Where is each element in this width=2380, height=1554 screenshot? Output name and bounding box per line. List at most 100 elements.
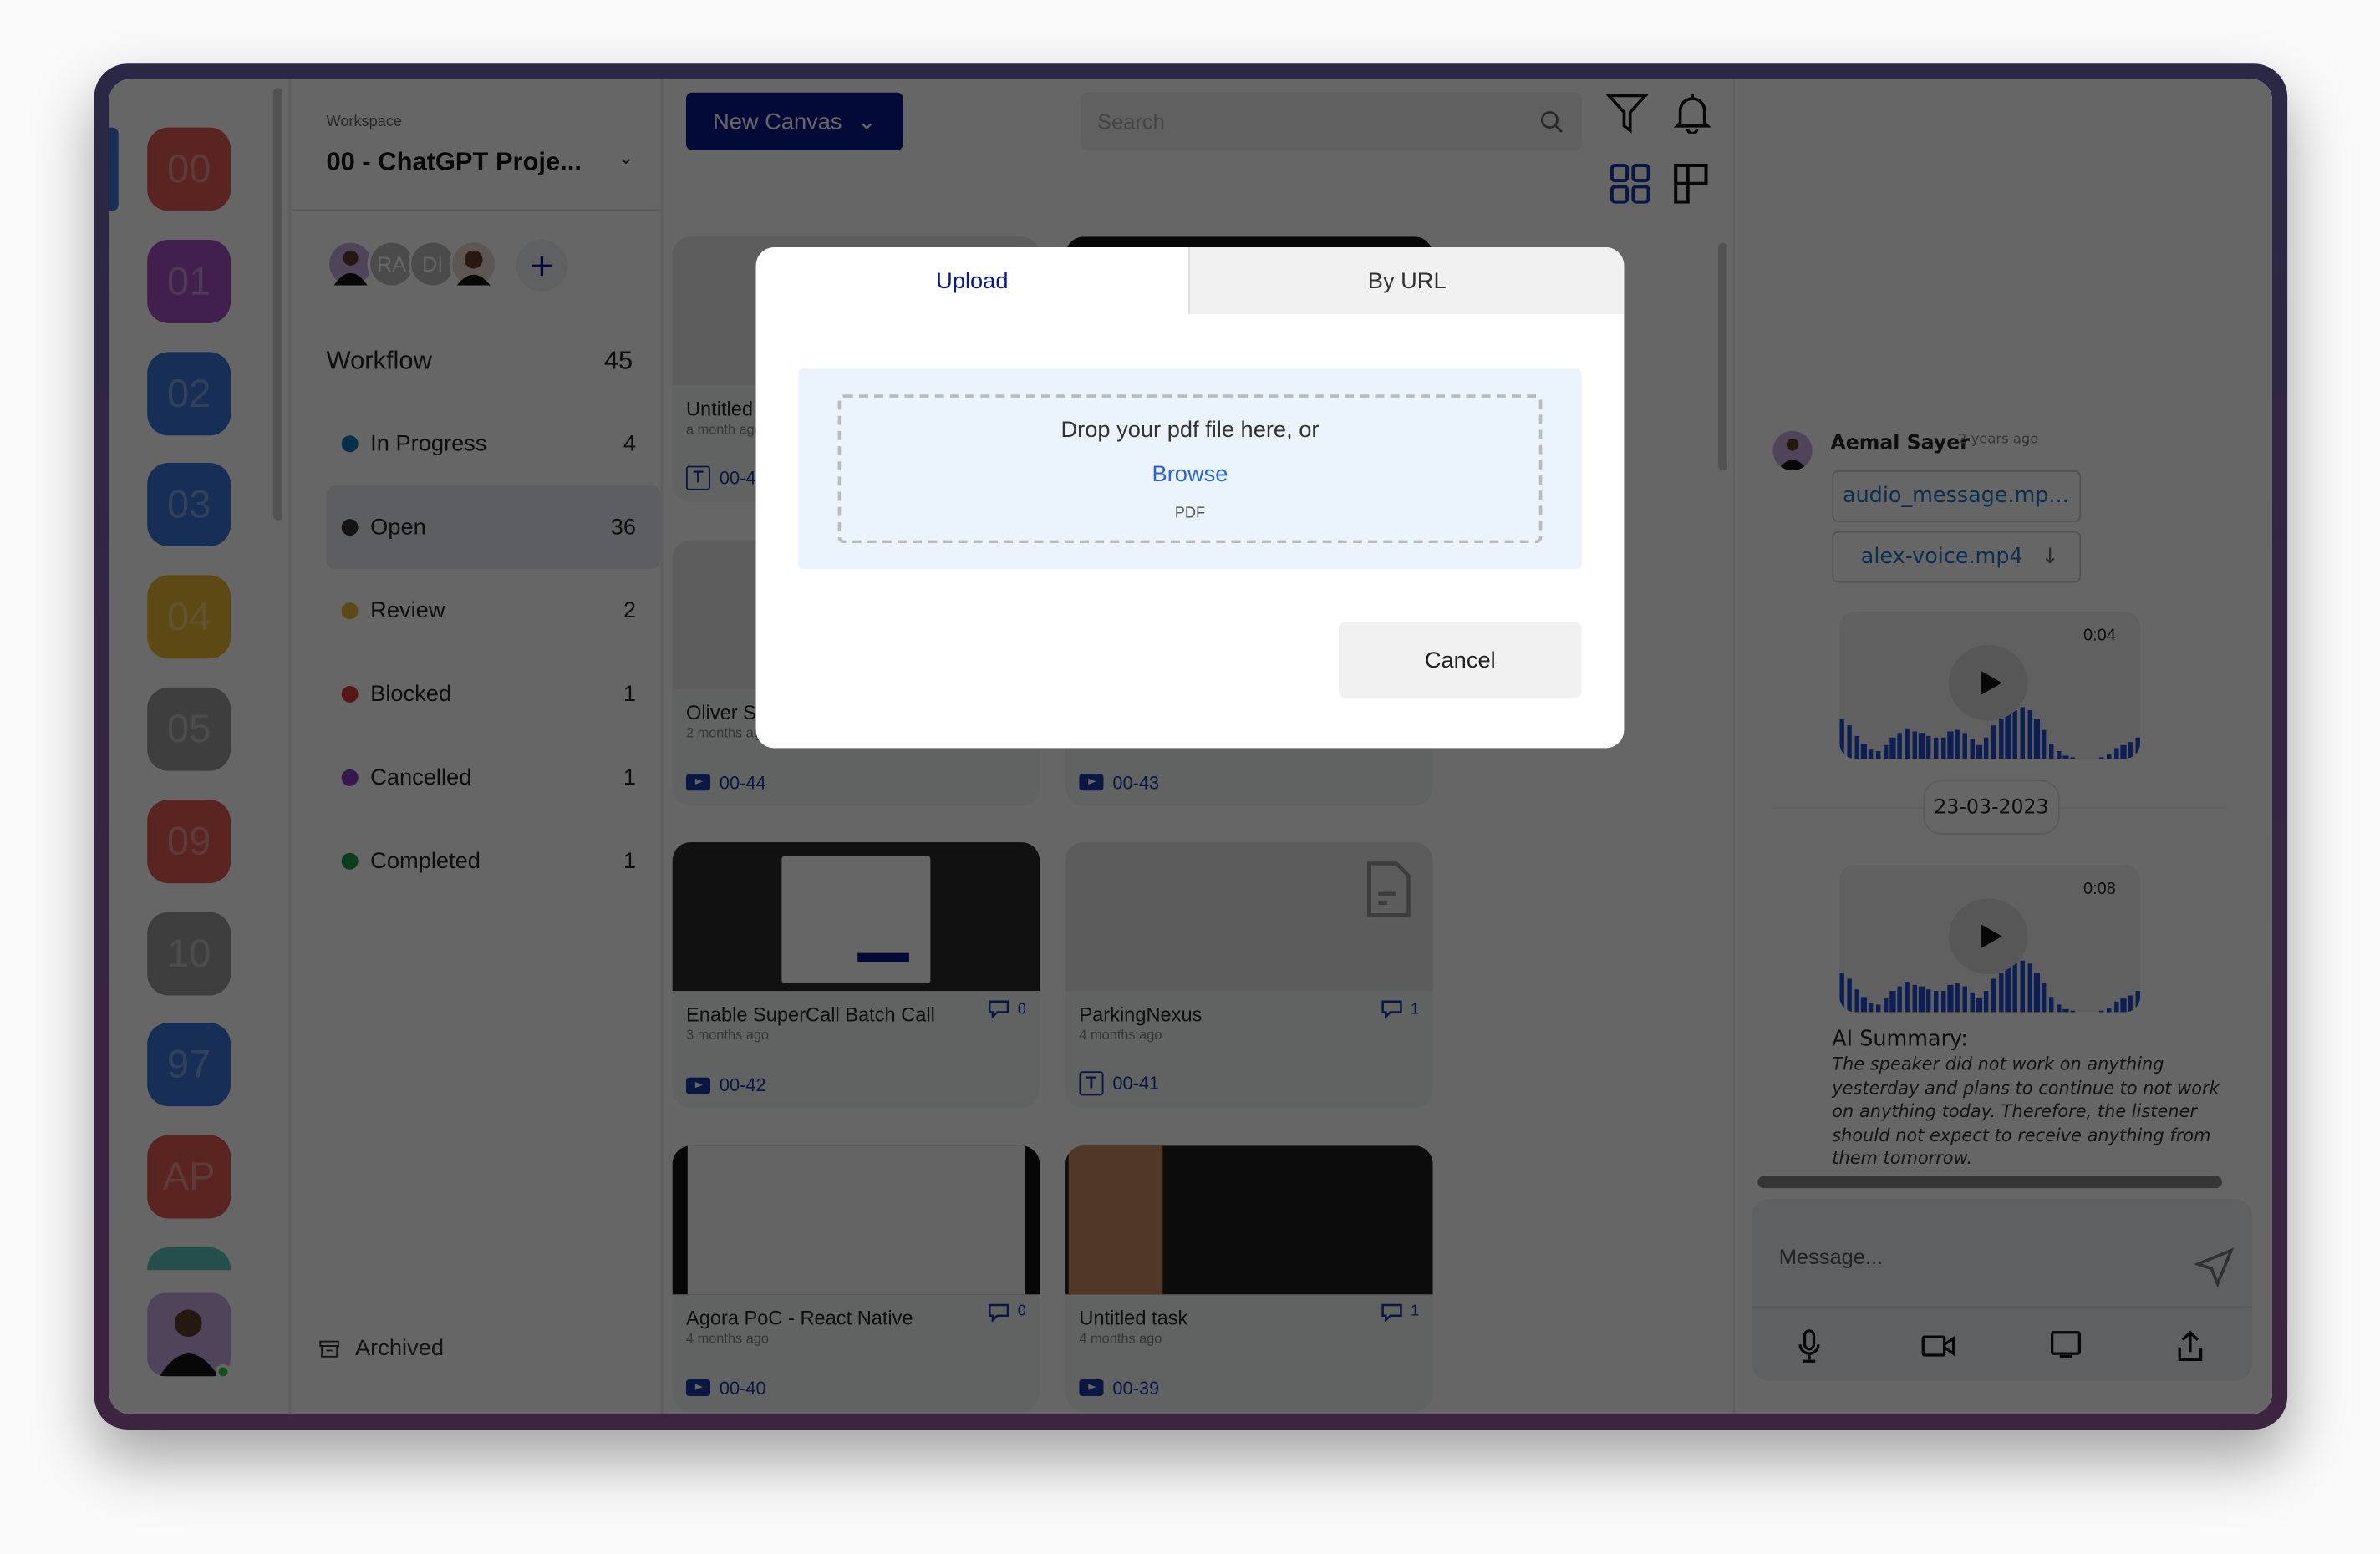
workspace-tile[interactable]: 01: [147, 239, 231, 323]
browse-link[interactable]: Browse: [841, 461, 1538, 487]
user-avatar[interactable]: [147, 1292, 231, 1377]
workspace-tile[interactable]: 03: [147, 463, 231, 547]
card-code: T 00-41: [1079, 1071, 1159, 1096]
canvas-card[interactable]: Untitled task 4 months ago 1 00-39: [1065, 1145, 1433, 1411]
play-button[interactable]: [1949, 898, 2028, 975]
file-attachment[interactable]: audio_message.mp...: [1832, 470, 2082, 522]
waveform-bar: [1889, 990, 1895, 1013]
add-member-button[interactable]: +: [516, 239, 568, 292]
waveform-bar: [2113, 1001, 2119, 1013]
canvas-card[interactable]: Agora PoC - React Native 4 months ago 0 00-…: [672, 1145, 1040, 1411]
card-code: 00-44: [685, 772, 766, 793]
waveform-bar: [2120, 998, 2126, 1013]
board-view-icon[interactable]: [1673, 162, 1712, 205]
workspace-tile[interactable]: 02: [147, 351, 231, 435]
message-input[interactable]: Message...: [1779, 1244, 1883, 1268]
workspace-tile[interactable]: 00: [147, 127, 231, 211]
grid-view-icon[interactable]: [1609, 162, 1651, 205]
chat-scrollbar[interactable]: [1757, 1176, 2223, 1189]
drop-zone[interactable]: Drop your pdf file here, or Browse PDF: [798, 368, 1582, 570]
workflow-item-count: 36: [610, 514, 637, 541]
waveform-bar: [2070, 758, 2076, 759]
workflow-item[interactable]: Open 36: [326, 485, 661, 570]
workspace-tile[interactable]: 05: [147, 687, 231, 771]
workspace-tile[interactable]: 09: [147, 799, 231, 883]
screen-share-icon[interactable]: [2049, 1331, 2082, 1361]
waveform-bar: [2020, 960, 2025, 1013]
waveform-bar: [2135, 737, 2140, 759]
card-title: Oliver S: [685, 700, 756, 724]
workspace-tile[interactable]: AP: [147, 1135, 231, 1219]
comment-count[interactable]: 1: [1382, 1000, 1420, 1018]
chevron-down-icon[interactable]: ⌄: [618, 145, 634, 170]
comment-count[interactable]: 0: [989, 1000, 1026, 1018]
member-avatar[interactable]: [449, 239, 498, 289]
workflow-item-count: 1: [623, 848, 637, 875]
text-type-icon: T: [685, 465, 711, 490]
workspace-tile[interactable]: [147, 1247, 231, 1271]
workflow-item[interactable]: Review 2: [327, 569, 661, 653]
comment-count[interactable]: 1: [1382, 1303, 1419, 1322]
waveform-bar: [1911, 984, 1917, 1013]
waveform-bar: [1983, 990, 1989, 1013]
search-placeholder: Search: [1097, 109, 1165, 134]
waveform-bar: [1875, 751, 1881, 759]
waveform-bar: [1861, 744, 1867, 759]
workflow-item-count: 1: [623, 681, 637, 708]
waveform-bar: [1955, 729, 1960, 759]
microphone-icon[interactable]: [1797, 1329, 1821, 1363]
waveform-bar: [2027, 962, 2032, 1013]
canvas-card[interactable]: Enable SuperCall Batch Call 3 months ago 0…: [672, 842, 1040, 1108]
new-canvas-button[interactable]: New Canvas ⌄: [685, 92, 903, 150]
upload-icon[interactable]: [2177, 1329, 2205, 1363]
audio-player[interactable]: 0:04: [1839, 611, 2140, 759]
workspace-tile[interactable]: 97: [147, 1023, 231, 1107]
send-icon[interactable]: [2194, 1247, 2235, 1287]
card-time: a month ago: [685, 421, 762, 438]
rail-scrollbar[interactable]: [272, 88, 282, 521]
cancel-button[interactable]: Cancel: [1338, 622, 1582, 698]
waveform-bar: [1854, 989, 1859, 1013]
comment-count[interactable]: 0: [989, 1303, 1026, 1322]
video-type-icon: [685, 1076, 711, 1094]
canvas-card[interactable]: ParkingNexus 4 months ago 1 T 00-41: [1065, 842, 1433, 1108]
tab-by-url[interactable]: By URL: [1188, 247, 1625, 314]
workflow-item[interactable]: Blocked 1: [327, 653, 661, 736]
tab-upload[interactable]: Upload: [756, 247, 1189, 314]
archived-link[interactable]: Archived: [318, 1335, 444, 1361]
filter-icon[interactable]: [1605, 91, 1649, 134]
waveform-bar: [1883, 998, 1889, 1013]
main-scrollbar[interactable]: [1718, 242, 1727, 471]
waveform-bar: [1854, 736, 1859, 759]
workflow-item[interactable]: Cancelled 1: [327, 736, 661, 820]
waveform-bar: [1962, 986, 1967, 1013]
workspace-tile[interactable]: 10: [147, 911, 231, 995]
workflow-item[interactable]: In Progress 4: [327, 402, 661, 485]
document-icon: [1367, 861, 1411, 917]
search-icon[interactable]: [1540, 111, 1564, 134]
waveform-bar: [1933, 990, 1939, 1013]
download-icon[interactable]: ↓: [2041, 545, 2058, 569]
waveform-bar: [1897, 733, 1903, 759]
waveform-bar: [1947, 985, 1953, 1013]
waveform-bar: [2106, 1007, 2112, 1013]
workspace-name[interactable]: 00 - ChatGPT Proje...: [327, 147, 582, 177]
video-type-icon: [685, 1379, 711, 1396]
play-button[interactable]: [1949, 644, 2028, 721]
waveform-bar: [1868, 1003, 1874, 1013]
search-input[interactable]: Search: [1081, 92, 1582, 150]
video-camera-icon[interactable]: [1921, 1334, 1955, 1358]
workspace-tile[interactable]: 04: [147, 575, 231, 659]
waveform-bar: [2005, 714, 2011, 759]
waveform-bar: [2041, 983, 2047, 1013]
workflow-item-count: 4: [623, 430, 637, 457]
file-attachment[interactable]: alex-voice.mp4 ↓: [1832, 531, 2082, 583]
waveform-bar: [2128, 994, 2133, 1013]
waveform-bar: [1925, 989, 1931, 1013]
comment-count-value: 1: [1411, 1000, 1420, 1018]
workflow-item[interactable]: Completed 1: [327, 820, 661, 903]
waveform-bar: [1983, 737, 1989, 759]
card-code-label: 00-39: [1112, 1377, 1160, 1399]
bell-icon[interactable]: [1671, 91, 1714, 134]
audio-player[interactable]: 0:08: [1839, 865, 2140, 1013]
